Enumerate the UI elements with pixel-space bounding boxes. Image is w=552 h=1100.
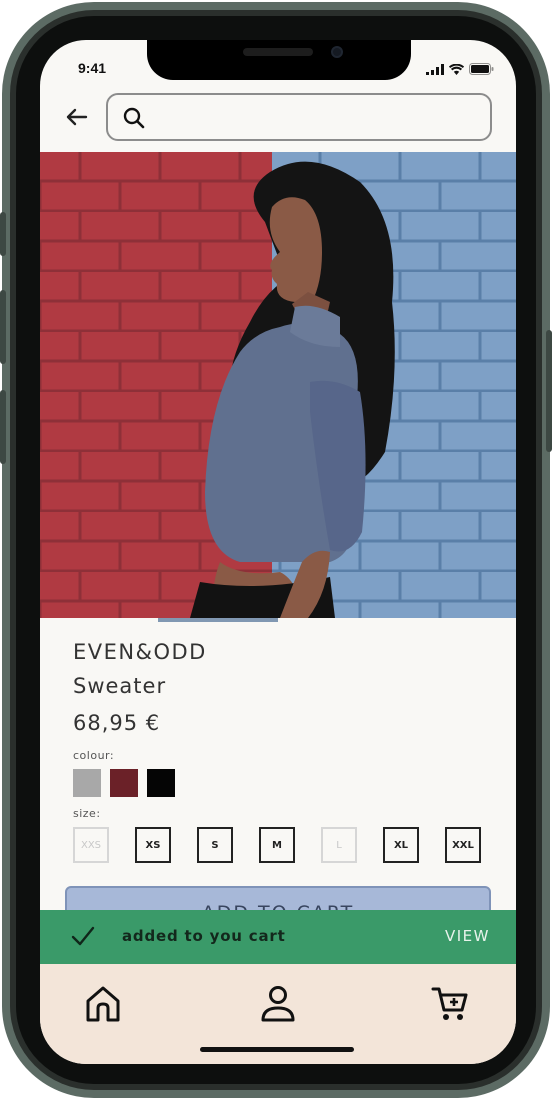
size-option-l[interactable]: L	[321, 827, 357, 863]
status-icons	[426, 63, 494, 75]
home-icon	[86, 986, 120, 1022]
volume-down-button	[0, 390, 6, 464]
signal-icon	[426, 64, 444, 75]
silent-switch	[0, 212, 6, 256]
tab-home[interactable]	[83, 984, 123, 1028]
product-photo	[40, 152, 516, 618]
notch	[147, 40, 411, 80]
product-info: EVEN&ODD Sweater 68,95 €	[73, 640, 207, 735]
cart-icon	[431, 987, 468, 1020]
header	[40, 92, 516, 144]
size-option-s[interactable]: S	[197, 827, 233, 863]
power-button	[546, 330, 552, 452]
size-option-xxs[interactable]: XXS	[73, 827, 109, 863]
back-button[interactable]	[64, 104, 90, 130]
colour-swatch-grey[interactable]	[73, 769, 101, 797]
size-option-m[interactable]: M	[259, 827, 295, 863]
check-icon	[71, 926, 95, 946]
cart-toast: added to you cart VIEW	[40, 910, 516, 964]
battery-icon	[469, 63, 494, 75]
size-option-xs[interactable]: XS	[135, 827, 171, 863]
status-time: 9:41	[78, 60, 107, 76]
tab-cart[interactable]	[430, 984, 470, 1028]
size-option-xl[interactable]: XL	[383, 827, 419, 863]
user-icon	[261, 986, 295, 1022]
size-label: size:	[73, 807, 101, 820]
toast-view-button[interactable]: VIEW	[445, 927, 490, 945]
volume-up-button	[0, 290, 6, 364]
wifi-icon	[449, 64, 464, 75]
size-option-xxl[interactable]: XXL	[445, 827, 481, 863]
tab-bar	[40, 964, 516, 1064]
home-indicator	[200, 1047, 354, 1052]
product-price: 68,95 €	[73, 711, 161, 735]
tab-profile[interactable]	[258, 984, 298, 1028]
search-input[interactable]	[106, 93, 492, 141]
front-camera	[331, 46, 343, 58]
colour-swatch-burgundy[interactable]	[110, 769, 138, 797]
carousel-indicator	[158, 618, 278, 622]
product-name: Sweater	[73, 674, 167, 698]
size-options: XXS XS S M L XL XXL	[73, 827, 481, 863]
toast-message: added to you cart	[122, 927, 286, 945]
colour-swatches	[73, 769, 175, 797]
search-icon	[123, 107, 145, 129]
product-image[interactable]	[40, 152, 516, 618]
screen: 9:41 EVEN&ODD Sweater 68,95 € colour: si…	[40, 40, 516, 1064]
colour-label: colour:	[73, 749, 115, 762]
arrow-left-icon	[66, 108, 88, 126]
product-brand: EVEN&ODD	[73, 640, 207, 664]
colour-swatch-black[interactable]	[147, 769, 175, 797]
speaker	[243, 48, 313, 56]
